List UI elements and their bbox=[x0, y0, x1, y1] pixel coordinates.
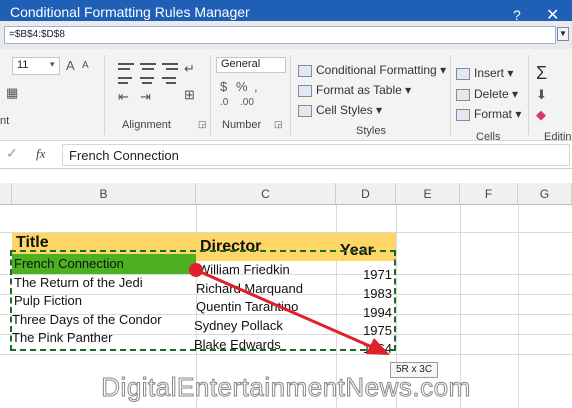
watermark: DigitalEntertainmentNews.com bbox=[101, 372, 471, 403]
drag-arrow-icon bbox=[189, 263, 390, 355]
